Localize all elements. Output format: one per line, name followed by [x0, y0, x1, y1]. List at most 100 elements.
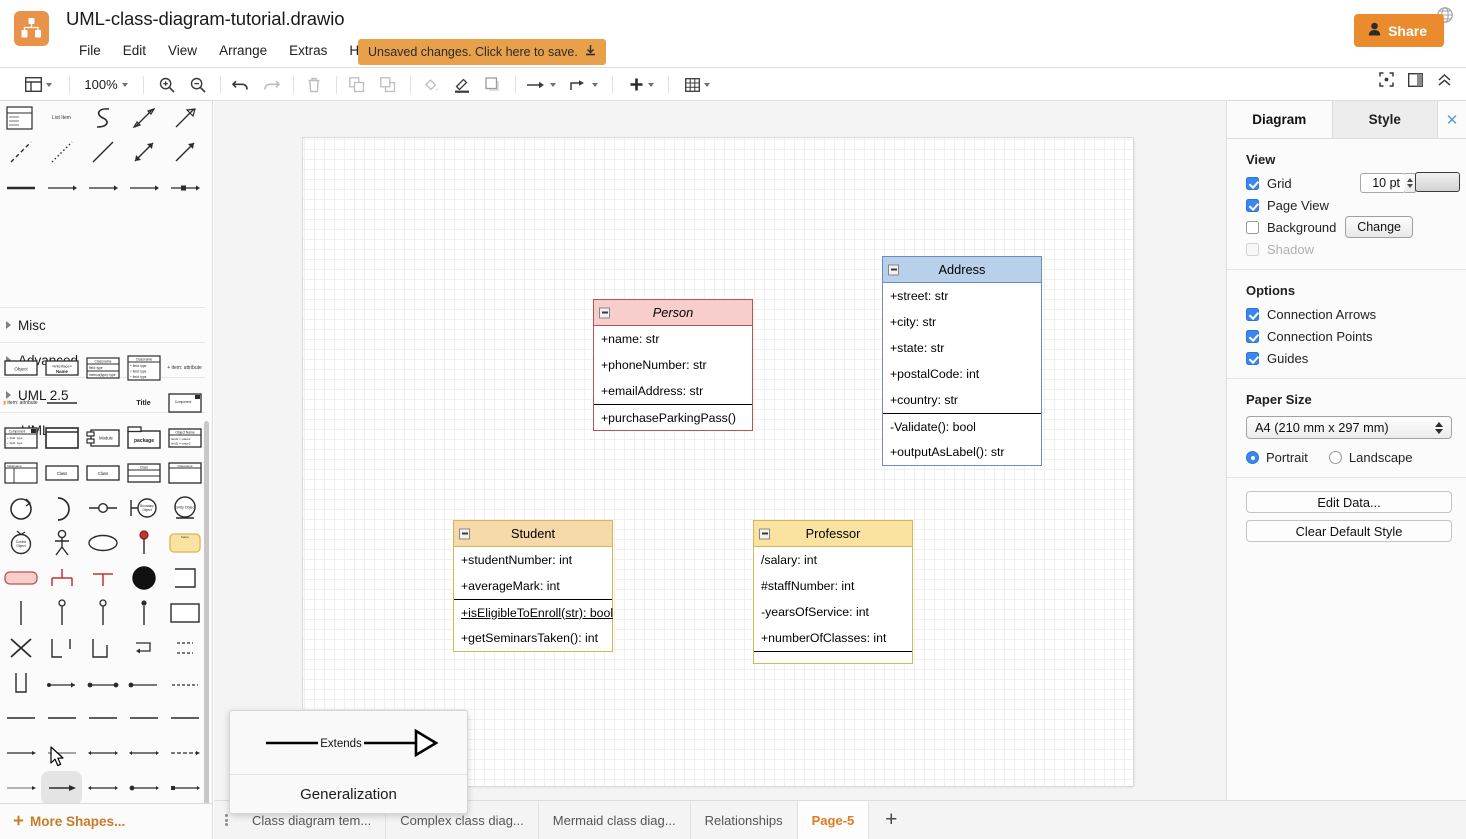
collapse-icon[interactable]	[459, 528, 470, 539]
unsaved-changes-button[interactable]: Unsaved changes. Click here to save.	[358, 39, 606, 65]
shape-dispatch[interactable]	[41, 666, 82, 700]
page-tab-relationships[interactable]: Relationships	[691, 801, 798, 839]
shape-circle-arrow[interactable]	[0, 491, 41, 525]
shape-labeled-arrow-2[interactable]	[82, 171, 123, 205]
close-icon[interactable]: ✕	[1438, 101, 1466, 138]
shape-window[interactable]	[41, 421, 82, 455]
menu-file[interactable]: File	[68, 41, 112, 60]
menu-view[interactable]: View	[157, 41, 208, 60]
uml-methods-empty[interactable]	[754, 651, 912, 663]
bring-to-front-icon[interactable]	[343, 72, 370, 97]
shape-class-3-compartment[interactable]: Classname+ field: type+ field: type+ fie…	[123, 351, 164, 385]
grid-color-swatch[interactable]	[1415, 172, 1460, 192]
uml-class-header[interactable]: Student	[454, 521, 612, 547]
shape-dashed-arrow[interactable]	[164, 736, 205, 770]
shape-fork-red[interactable]	[41, 561, 82, 595]
uml-attribute[interactable]: +country: str	[883, 387, 1041, 413]
connection-points-checkbox[interactable]	[1246, 330, 1259, 343]
shape-entity-object[interactable]: Entity Object	[164, 491, 205, 525]
shape-bidir-arrow-2[interactable]	[82, 771, 123, 805]
sidebar-section-misc[interactable]: Misc	[0, 307, 205, 342]
collapse-icon[interactable]	[888, 264, 899, 275]
shape-table[interactable]: Tablename	[0, 456, 41, 490]
clear-default-style-button[interactable]: Clear Default Style	[1246, 520, 1452, 542]
uml-attribute[interactable]: +phoneNumber: str	[594, 352, 752, 378]
uml-attribute[interactable]: +studentNumber: int	[454, 547, 612, 573]
shape-self-call[interactable]	[123, 631, 164, 665]
grid-size-input[interactable]: 10 pt	[1360, 173, 1406, 193]
uml-class-header[interactable]: Person	[594, 300, 752, 326]
uml-attribute[interactable]: +name: str	[594, 326, 752, 352]
shape-actor[interactable]	[41, 526, 82, 560]
shape-divider-line[interactable]	[41, 386, 82, 420]
shape-double-arrow-2[interactable]	[123, 736, 164, 770]
uml-method[interactable]: +outputAsLabel(): str	[883, 439, 1041, 465]
shape-line-plain-5[interactable]	[164, 701, 205, 735]
uml-attribute[interactable]: /salary: int	[754, 547, 912, 573]
uml-class-person[interactable]: Person +name: str +phoneNumber: str +ema…	[593, 299, 753, 431]
shape-lifeline-circle-2[interactable]	[82, 596, 123, 630]
uml-attribute[interactable]: +city: str	[883, 309, 1041, 335]
shape-container-open[interactable]	[164, 561, 205, 595]
shape-boundary-object[interactable]: BoundaryObject	[123, 491, 164, 525]
page-view-checkbox[interactable]	[1246, 199, 1259, 212]
collapse-icon[interactable]	[759, 528, 770, 539]
tab-style[interactable]: Style	[1333, 101, 1439, 138]
shape-class-2-compartment[interactable]: Classnamefield: typemethod(type): type	[82, 351, 123, 385]
shape-class-plain[interactable]: Class	[41, 456, 82, 490]
uml-attribute[interactable]: +postalCode: int	[883, 361, 1041, 387]
guides-checkbox[interactable]	[1246, 352, 1259, 365]
shape-link-arrow[interactable]	[123, 666, 164, 700]
menu-arrange[interactable]: Arrange	[208, 41, 278, 60]
menu-edit[interactable]: Edit	[112, 41, 157, 60]
shape-final-state[interactable]	[123, 561, 164, 595]
line-color-icon[interactable]	[448, 72, 475, 97]
add-page-button[interactable]: +	[869, 801, 913, 839]
format-panel-icon[interactable]	[1408, 73, 1423, 92]
shape-solid-line[interactable]	[82, 135, 123, 169]
shape-box-empty[interactable]	[164, 596, 205, 630]
uml-method[interactable]: +purchaseParkingPass()	[594, 404, 752, 430]
uml-class-header[interactable]: Professor	[754, 521, 912, 547]
shape-square-arrow[interactable]	[164, 771, 205, 805]
collapse-icon[interactable]	[599, 307, 610, 318]
shape-activation-bar[interactable]	[0, 666, 41, 700]
shape-half-circle[interactable]	[41, 491, 82, 525]
shape-curve[interactable]	[82, 101, 123, 135]
zoom-in-icon[interactable]	[153, 72, 181, 97]
shape-lifeline-circle[interactable]	[41, 596, 82, 630]
shape-lifeline-1[interactable]	[0, 596, 41, 630]
shape-list[interactable]	[0, 101, 41, 135]
shape-package[interactable]: package	[123, 421, 164, 455]
uml-class-student[interactable]: Student +studentNumber: int +averageMark…	[453, 520, 613, 652]
shape-component-detailed[interactable]: Component+ field: type+ field: type	[0, 421, 41, 455]
shape-thick-line[interactable]	[0, 171, 41, 205]
shape-callback[interactable]	[164, 631, 205, 665]
shape-class-plain-2[interactable]: Class	[82, 456, 123, 490]
shape-line-plain-3[interactable]	[82, 701, 123, 735]
shape-destroy-x[interactable]	[0, 631, 41, 665]
undo-icon[interactable]	[227, 72, 254, 97]
shape-object-name[interactable]: Object Namefield1 = value1field2 = value…	[164, 421, 205, 455]
menu-extras[interactable]: Extras	[278, 41, 338, 60]
uml-method[interactable]: -Validate(): bool	[883, 413, 1041, 439]
shape-link-dot[interactable]	[82, 666, 123, 700]
shape-line-plain-4[interactable]	[123, 701, 164, 735]
view-layout-button[interactable]	[18, 72, 58, 97]
shape-dotted-line[interactable]	[41, 135, 82, 169]
uml-attribute[interactable]: +numberOfClasses: int	[754, 625, 912, 651]
uml-class-header[interactable]: Address	[883, 257, 1041, 283]
uml-class-address[interactable]: Address +street: str +city: str +state: …	[882, 256, 1042, 466]
page-tab-mermaid-class-diagram[interactable]: Mermaid class diag...	[539, 801, 691, 839]
uml-method[interactable]: +isEligibleToEnroll(str): bool	[454, 599, 612, 625]
shape-component[interactable]: Component	[164, 386, 205, 420]
uml-method[interactable]: +getSeminarsTaken(): int	[454, 625, 612, 651]
shape-line-plain-1[interactable]	[0, 701, 41, 735]
waypoint-style-button[interactable]	[565, 72, 603, 97]
shape-line-thin[interactable]	[41, 736, 82, 770]
arrow-style-button[interactable]	[522, 72, 560, 97]
shape-labeled-arrow-3[interactable]	[123, 171, 164, 205]
chevrons-up-icon[interactable]	[1437, 73, 1452, 92]
shape-box-arrow[interactable]	[164, 171, 205, 205]
shape-provided-interface[interactable]	[82, 491, 123, 525]
